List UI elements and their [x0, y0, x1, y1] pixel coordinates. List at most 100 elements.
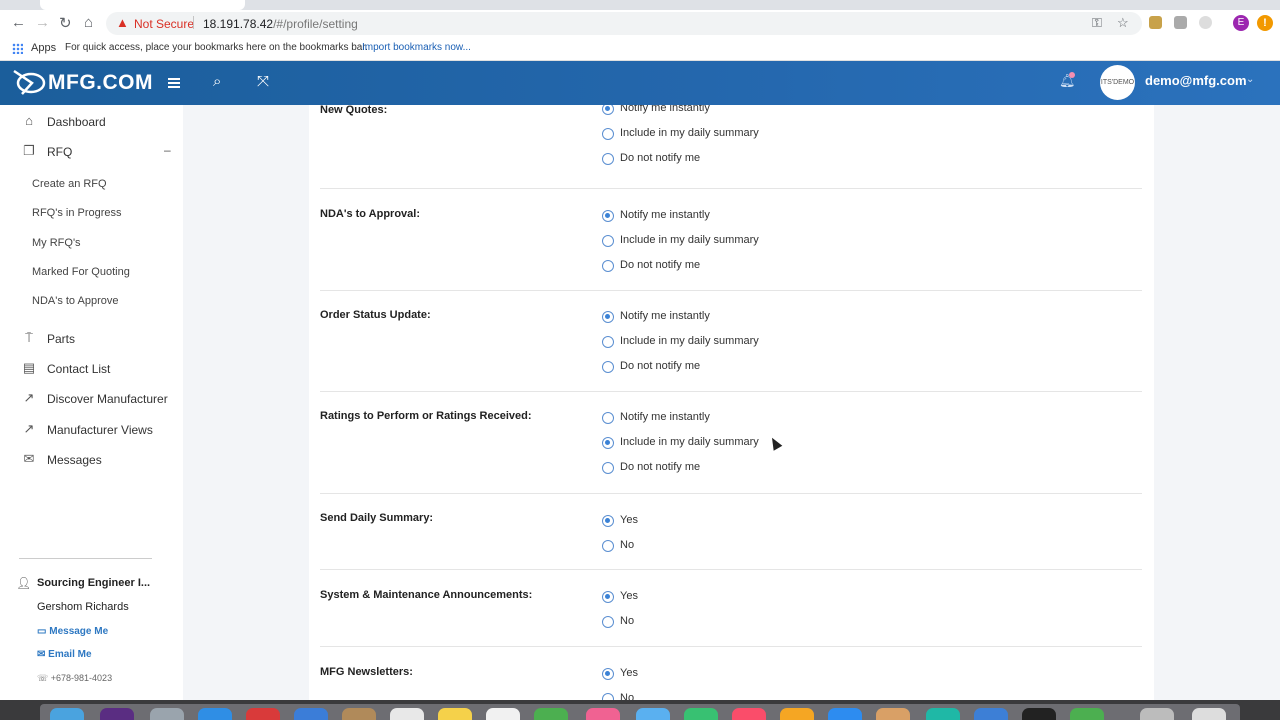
back-icon[interactable]: ←	[11, 14, 26, 31]
app-icon[interactable]	[926, 708, 960, 720]
setting-new-quotes: New Quotes: Notify me instantly Include …	[320, 105, 1142, 189]
message-me-link[interactable]: ▭ Message Me	[37, 626, 108, 637]
radio-button[interactable]	[602, 591, 614, 603]
app-icon[interactable]	[100, 708, 134, 720]
radio-button[interactable]	[602, 693, 614, 700]
warning-icon: ▲	[116, 15, 129, 30]
sourcing-engineer-name: Gershom Richards	[37, 601, 129, 613]
app-icon[interactable]	[780, 708, 814, 720]
app-icon[interactable]	[876, 708, 910, 720]
wand-icon: ↗	[23, 421, 35, 436]
menu-toggle-icon[interactable]	[168, 78, 180, 88]
app-icon[interactable]	[1070, 708, 1104, 720]
sidebar-item-messages[interactable]: ✉ Messages	[0, 447, 183, 473]
extension-icon[interactable]	[1174, 16, 1187, 29]
option-label: Yes	[620, 667, 638, 679]
search-icon[interactable]: ⌕	[213, 73, 221, 90]
app-icon[interactable]	[636, 708, 670, 720]
user-icon: 👤︎	[16, 576, 32, 590]
radio-button[interactable]	[602, 153, 614, 165]
not-secure-label[interactable]: Not Secure	[134, 17, 194, 31]
key-icon[interactable]: ⚿	[1092, 15, 1102, 31]
radio-button[interactable]	[602, 128, 614, 140]
email-me-link[interactable]: ✉ Email Me	[37, 649, 92, 660]
radio-button[interactable]	[602, 336, 614, 348]
option-label: Yes	[620, 514, 638, 526]
radio-button[interactable]	[602, 462, 614, 474]
sidebar-item-discover-manufacturer[interactable]: ↗ Discover Manufacturer	[0, 386, 183, 412]
radio-button[interactable]	[602, 210, 614, 222]
trash-icon[interactable]	[1192, 708, 1226, 720]
logo-text[interactable]: MFG.COM	[48, 71, 153, 95]
user-email[interactable]: demo@mfg.com	[1145, 73, 1247, 88]
app-icon[interactable]	[246, 708, 280, 720]
radio-button[interactable]	[602, 235, 614, 247]
radio-button[interactable]	[602, 105, 614, 115]
import-bookmarks-link[interactable]: Import bookmarks now...	[362, 42, 471, 53]
option-label: Do not notify me	[620, 259, 701, 271]
star-icon[interactable]: ☆	[1117, 15, 1129, 31]
apps-grid-icon[interactable]	[12, 43, 23, 54]
sidebar-subitem-ndas-to-approve[interactable]: NDA's to Approve	[32, 295, 118, 307]
sidebar-subitem-my-rfqs[interactable]: My RFQ's	[32, 237, 81, 249]
collapse-icon[interactable]: –	[164, 143, 171, 157]
app-icon[interactable]	[390, 708, 424, 720]
menu-update-icon[interactable]: !	[1257, 15, 1273, 31]
apps-link[interactable]: Apps	[31, 42, 56, 54]
option-label: Notify me instantly	[620, 411, 710, 423]
app-icon[interactable]	[50, 708, 84, 720]
sidebar-item-dashboard[interactable]: ⌂ Dashboard	[0, 109, 183, 135]
extension-icon[interactable]	[1149, 16, 1162, 29]
setting-ratings: Ratings to Perform or Ratings Received: …	[320, 392, 1142, 494]
app-icon[interactable]	[586, 708, 620, 720]
forward-icon[interactable]: →	[35, 14, 50, 31]
option-label: Include in my daily summary	[620, 335, 759, 347]
app-icon[interactable]	[1140, 708, 1174, 720]
sidebar-subitem-create-rfq[interactable]: Create an RFQ	[32, 178, 107, 190]
url-text[interactable]: 18.191.78.42/#/profile/setting	[203, 17, 358, 31]
app-icon[interactable]	[732, 708, 766, 720]
radio-button[interactable]	[602, 361, 614, 373]
radio-button[interactable]	[602, 311, 614, 323]
app-icon[interactable]	[150, 708, 184, 720]
sidebar-item-rfq[interactable]: ❐ RFQ –	[0, 139, 183, 165]
radio-button[interactable]	[602, 668, 614, 680]
fullscreen-icon[interactable]: ⤧	[257, 73, 269, 90]
option-label: Include in my daily summary	[620, 234, 759, 246]
app-icon[interactable]	[486, 708, 520, 720]
sidebar-item-manufacturer-views[interactable]: ↗ Manufacturer Views	[0, 417, 183, 443]
home-icon[interactable]: ⌂	[84, 14, 93, 31]
app-icon[interactable]	[684, 708, 718, 720]
app-icon[interactable]	[534, 708, 568, 720]
sidebar-item-parts[interactable]: ⍑ Parts	[0, 326, 183, 352]
option-label: Do not notify me	[620, 461, 701, 473]
app-icon[interactable]	[294, 708, 328, 720]
reload-icon[interactable]: ↻	[59, 14, 72, 32]
extension-icon[interactable]	[1199, 16, 1212, 29]
app-icon[interactable]	[438, 708, 472, 720]
radio-button[interactable]	[602, 515, 614, 527]
app-icon[interactable]	[198, 708, 232, 720]
message-me-label: Message Me	[49, 626, 109, 637]
radio-button[interactable]	[602, 540, 614, 552]
profile-icon[interactable]: E	[1233, 15, 1249, 31]
active-tab[interactable]	[40, 0, 245, 10]
avatar[interactable]: ITS'DEMO	[1100, 65, 1135, 100]
app-icon[interactable]	[342, 708, 376, 720]
logo-icon[interactable]	[12, 67, 48, 97]
option-label: No	[620, 539, 635, 551]
radio-button[interactable]	[602, 260, 614, 272]
app-icon[interactable]	[828, 708, 862, 720]
bookmarks-bar: Apps For quick access, place your bookma…	[0, 37, 1280, 61]
radio-button[interactable]	[602, 412, 614, 424]
sidebar-item-contact-list[interactable]: ▤ Contact List	[0, 356, 183, 382]
radio-button[interactable]	[602, 437, 614, 449]
app-icon[interactable]	[974, 708, 1008, 720]
chevron-down-icon[interactable]: ⌄	[1246, 74, 1254, 85]
app-icon[interactable]	[1022, 708, 1056, 720]
sidebar-subitem-rfq-in-progress[interactable]: RFQ's in Progress	[32, 207, 122, 219]
sidebar-subitem-marked-for-quoting[interactable]: Marked For Quoting	[32, 266, 130, 278]
notification-settings-card: New Quotes: Notify me instantly Include …	[309, 105, 1154, 700]
option-label: Notify me instantly	[620, 310, 710, 322]
radio-button[interactable]	[602, 616, 614, 628]
